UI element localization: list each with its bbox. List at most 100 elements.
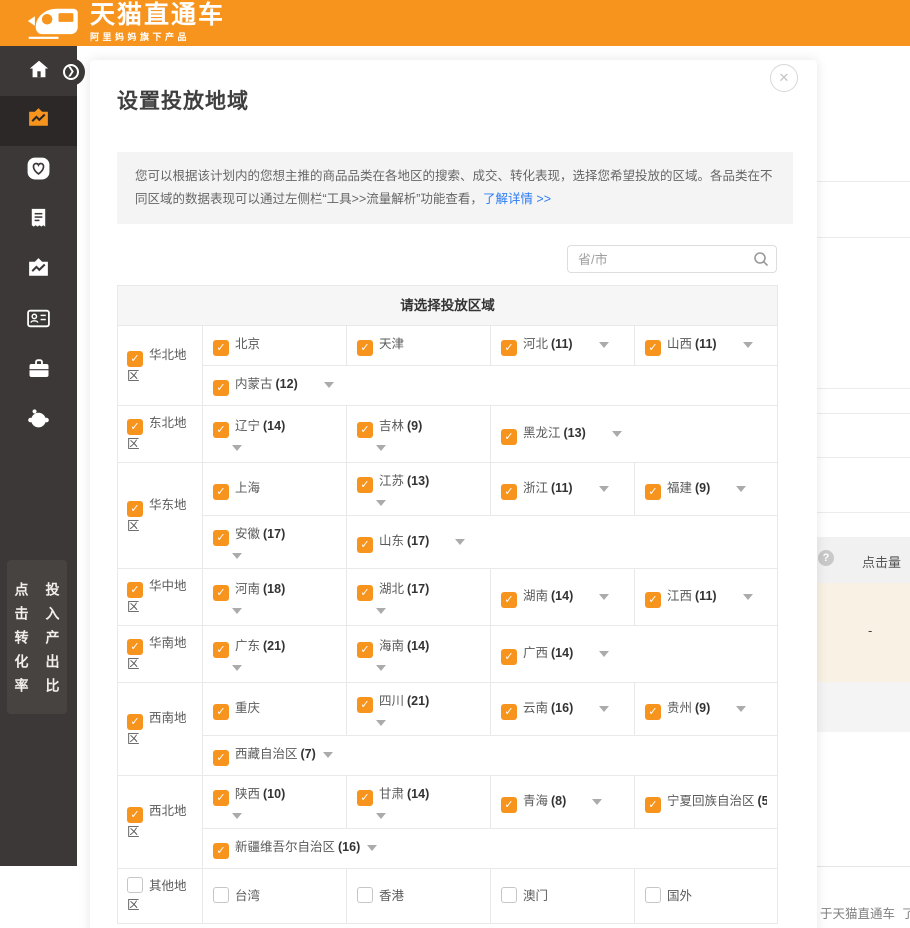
- checkbox-checked[interactable]: ✓: [501, 340, 517, 356]
- checkbox-checked[interactable]: ✓: [645, 484, 661, 500]
- dropdown-arrow-icon[interactable]: [743, 594, 753, 600]
- region-group-cell: ✓华东地区: [118, 463, 203, 569]
- checkbox-checked[interactable]: ✓: [357, 422, 373, 438]
- checkbox-checked[interactable]: ✓: [213, 585, 229, 601]
- checkbox-checked[interactable]: ✓: [127, 351, 143, 367]
- dropdown-arrow-icon[interactable]: [599, 342, 609, 348]
- learn-more-link[interactable]: 了解详情 >>: [483, 192, 551, 206]
- dropdown-arrow-icon[interactable]: [736, 486, 746, 492]
- province-cell: 香港: [347, 869, 491, 924]
- dropdown-arrow-icon[interactable]: [743, 342, 753, 348]
- dropdown-arrow-icon[interactable]: [599, 651, 609, 657]
- dropdown-arrow-icon[interactable]: [612, 431, 622, 437]
- checkbox-checked[interactable]: ✓: [645, 797, 661, 813]
- checkbox-checked[interactable]: ✓: [501, 704, 517, 720]
- help-icon[interactable]: ?: [818, 550, 834, 566]
- dropdown-arrow-icon[interactable]: [232, 445, 242, 451]
- footer-link-fragment[interactable]: 于天猫直通车: [820, 903, 895, 922]
- close-icon[interactable]: ✕: [770, 64, 798, 92]
- province-count: (7): [301, 747, 316, 761]
- dropdown-arrow-icon[interactable]: [376, 665, 386, 671]
- sidebar-item-account[interactable]: [0, 296, 77, 346]
- checkbox-checked[interactable]: ✓: [501, 797, 517, 813]
- checkbox-checked[interactable]: ✓: [645, 704, 661, 720]
- brand-name: 天猫直通车: [90, 3, 225, 28]
- checkbox-checked[interactable]: ✓: [127, 419, 143, 435]
- dropdown-arrow-icon[interactable]: [592, 799, 602, 805]
- checkbox-unchecked[interactable]: [645, 887, 661, 903]
- dropdown-arrow-icon[interactable]: [232, 813, 242, 819]
- sidebar-item-favorites[interactable]: [0, 146, 77, 196]
- checkbox-checked[interactable]: ✓: [357, 585, 373, 601]
- dropdown-arrow-icon[interactable]: [455, 539, 465, 545]
- checkbox-unchecked[interactable]: [501, 887, 517, 903]
- province-cell: ✓黑龙江(13): [491, 406, 778, 463]
- sidebar-item-campaign[interactable]: [0, 96, 77, 146]
- province-cell: 国外: [635, 869, 778, 924]
- checkbox-checked[interactable]: ✓: [213, 530, 229, 546]
- checkbox-checked[interactable]: ✓: [357, 340, 373, 356]
- sidebar-item-bills[interactable]: [0, 196, 77, 246]
- footer-link-fragment[interactable]: 了: [902, 903, 910, 922]
- sidebar-item-tools[interactable]: [0, 346, 77, 396]
- checkbox-unchecked[interactable]: [357, 887, 373, 903]
- dropdown-arrow-icon[interactable]: [599, 486, 609, 492]
- dropdown-arrow-icon[interactable]: [367, 845, 377, 851]
- province-cell: ✓吉林(9): [347, 406, 491, 463]
- checkbox-checked[interactable]: ✓: [645, 340, 661, 356]
- region-table-body: ✓华北地区✓北京✓天津✓河北(11)✓山西(11)✓内蒙古(12)✓东北地区✓辽…: [118, 326, 778, 924]
- province-search-input[interactable]: [567, 245, 777, 273]
- checkbox-checked[interactable]: ✓: [213, 790, 229, 806]
- dropdown-arrow-icon[interactable]: [324, 382, 334, 388]
- checkbox-checked[interactable]: ✓: [357, 697, 373, 713]
- checkbox-checked[interactable]: ✓: [357, 537, 373, 553]
- dropdown-arrow-icon[interactable]: [376, 608, 386, 614]
- checkbox-checked[interactable]: ✓: [127, 714, 143, 730]
- checkbox-checked[interactable]: ✓: [213, 380, 229, 396]
- sidebar-expand-button[interactable]: ❯: [57, 58, 85, 86]
- checkbox-checked[interactable]: ✓: [213, 704, 229, 720]
- checkbox-checked[interactable]: ✓: [127, 501, 143, 517]
- checkbox-checked[interactable]: ✓: [127, 582, 143, 598]
- dropdown-arrow-icon[interactable]: [376, 445, 386, 451]
- search-icon[interactable]: [753, 251, 769, 272]
- dropdown-arrow-icon[interactable]: [376, 720, 386, 726]
- dropdown-arrow-icon[interactable]: [376, 813, 386, 819]
- dropdown-arrow-icon[interactable]: [736, 706, 746, 712]
- dropdown-arrow-icon[interactable]: [323, 752, 333, 758]
- region-row: 其他地区台湾香港澳门国外: [118, 869, 778, 924]
- briefcase-icon: [27, 357, 51, 386]
- checkbox-unchecked[interactable]: [213, 887, 229, 903]
- checkbox-checked[interactable]: ✓: [501, 649, 517, 665]
- checkbox-checked[interactable]: ✓: [127, 807, 143, 823]
- dropdown-arrow-icon[interactable]: [232, 665, 242, 671]
- checkbox-checked[interactable]: ✓: [213, 340, 229, 356]
- checkbox-checked[interactable]: ✓: [213, 750, 229, 766]
- checkbox-checked[interactable]: ✓: [357, 642, 373, 658]
- checkbox-checked[interactable]: ✓: [501, 592, 517, 608]
- checkbox-checked[interactable]: ✓: [357, 477, 373, 493]
- table-header: 请选择投放区域: [118, 286, 778, 326]
- province-label: 天津: [379, 337, 404, 351]
- sidebar-item-service[interactable]: [0, 396, 77, 446]
- checkbox-checked[interactable]: ✓: [127, 639, 143, 655]
- dropdown-arrow-icon[interactable]: [376, 500, 386, 506]
- checkbox-checked[interactable]: ✓: [213, 422, 229, 438]
- checkbox-checked[interactable]: ✓: [501, 429, 517, 445]
- checkbox-checked[interactable]: ✓: [213, 642, 229, 658]
- checkbox-checked[interactable]: ✓: [357, 790, 373, 806]
- checkbox-unchecked[interactable]: [127, 877, 143, 893]
- sidebar-item-shop[interactable]: [0, 246, 77, 296]
- checkbox-checked[interactable]: ✓: [645, 592, 661, 608]
- checkbox-checked[interactable]: ✓: [213, 484, 229, 500]
- brand-logo[interactable]: 天猫直通车 阿里妈妈旗下产品: [27, 1, 225, 46]
- dropdown-arrow-icon[interactable]: [232, 553, 242, 559]
- province-count: (16): [338, 840, 360, 854]
- dropdown-arrow-icon[interactable]: [232, 608, 242, 614]
- province-count: (9): [695, 481, 710, 495]
- province-cell: ✓云南(16): [491, 683, 635, 736]
- dropdown-arrow-icon[interactable]: [599, 706, 609, 712]
- checkbox-checked[interactable]: ✓: [213, 843, 229, 859]
- checkbox-checked[interactable]: ✓: [501, 484, 517, 500]
- dropdown-arrow-icon[interactable]: [599, 594, 609, 600]
